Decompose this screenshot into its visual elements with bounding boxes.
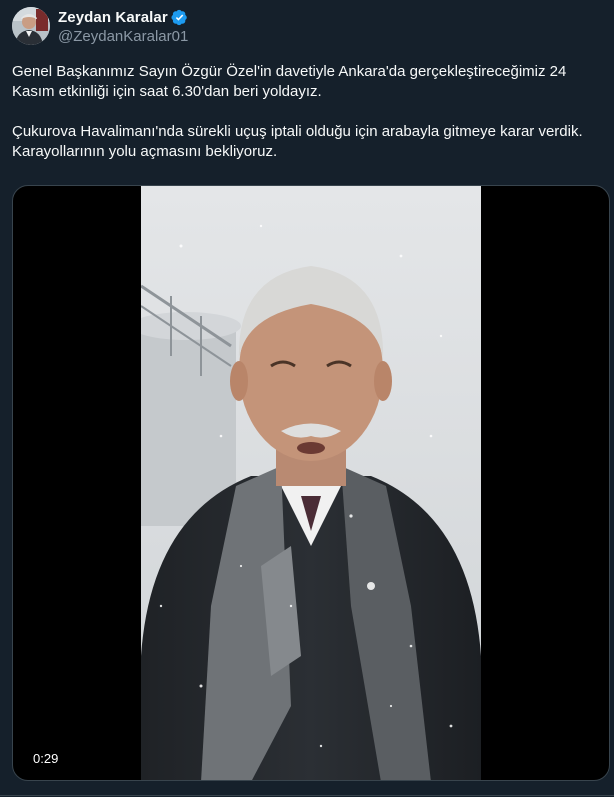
tweet-card[interactable]: Zeydan Karalar @ZeydanKaralar01 Genel Ba… — [0, 0, 614, 797]
tweet-text: Genel Başkanımız Sayın Özgür Özel'in dav… — [12, 62, 602, 162]
video-frame[interactable] — [141, 186, 481, 780]
author-names: Zeydan Karalar @ZeydanKaralar01 — [58, 7, 188, 46]
divider — [0, 795, 614, 796]
tweet-header: Zeydan Karalar @ZeydanKaralar01 — [12, 5, 188, 47]
video-player[interactable]: 0:29 — [12, 185, 610, 781]
author-handle[interactable]: @ZeydanKaralar01 — [58, 28, 188, 45]
verified-badge-icon — [171, 9, 187, 25]
avatar[interactable] — [12, 7, 50, 45]
tweet-paragraph-2: Çukurova Havalimanı'nda sürekli uçuş ipt… — [12, 123, 587, 160]
display-name[interactable]: Zeydan Karalar — [58, 9, 168, 26]
video-thumbnail-icon — [141, 186, 481, 780]
name-row: Zeydan Karalar — [58, 7, 188, 27]
video-duration: 0:29 — [27, 749, 65, 768]
avatar-photo-icon — [12, 7, 50, 45]
tweet-paragraph-1: Genel Başkanımız Sayın Özgür Özel'in dav… — [12, 63, 571, 100]
